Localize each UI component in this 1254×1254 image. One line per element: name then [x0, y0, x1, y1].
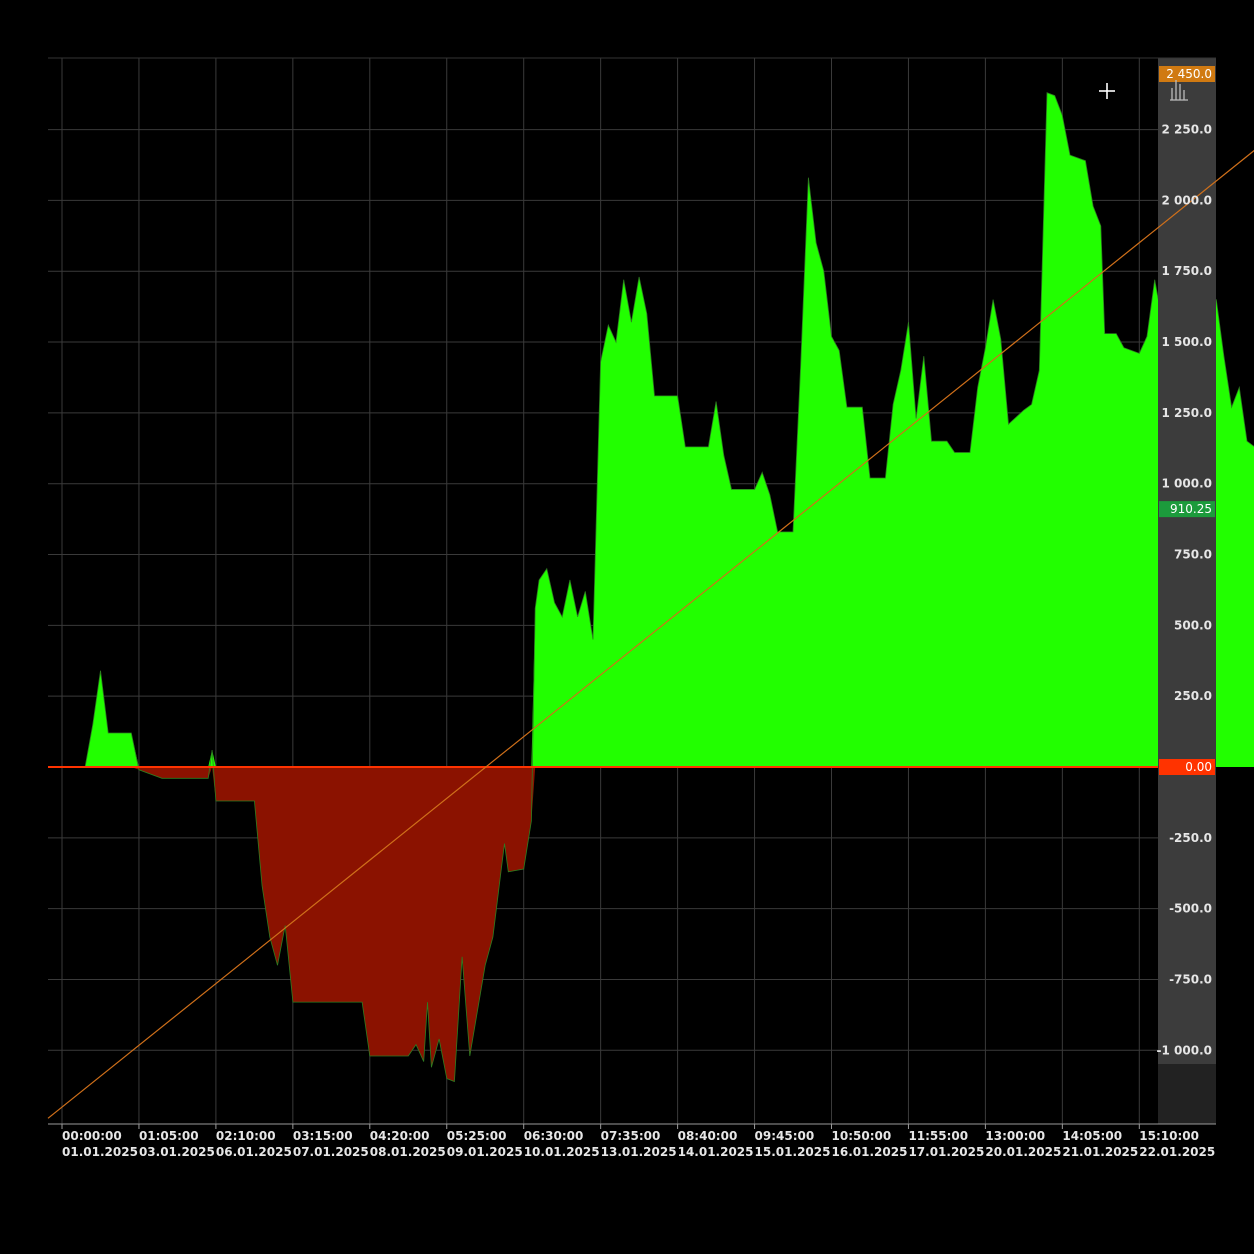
y-tick-label: -250.0: [1169, 831, 1212, 845]
x-tick-date: 22.01.2025: [1139, 1145, 1215, 1159]
price-badge-label: 910.25: [1170, 502, 1212, 516]
x-tick-date: 21.01.2025: [1062, 1145, 1138, 1159]
price-badge-label: 0.00: [1185, 760, 1212, 774]
x-tick-date: 16.01.2025: [832, 1145, 908, 1159]
x-tick-time: 03:15:00: [293, 1129, 353, 1143]
x-tick-date: 01.01.2025: [62, 1145, 138, 1159]
y-tick-label: 1 250.0: [1162, 406, 1212, 420]
x-tick-time: 15:10:00: [1139, 1129, 1199, 1143]
y-tick-label: -1 000.0: [1157, 1043, 1212, 1057]
x-tick-time: 01:05:00: [139, 1129, 199, 1143]
x-tick-time: 06:30:00: [524, 1129, 584, 1143]
y-tick-label: 1 750.0: [1162, 264, 1212, 278]
y-tick-label: 250.0: [1174, 689, 1212, 703]
x-tick-date: 10.01.2025: [524, 1145, 600, 1159]
x-tick-time: 13:00:00: [985, 1129, 1045, 1143]
x-tick-time: 14:05:00: [1062, 1129, 1122, 1143]
x-tick-time: 08:40:00: [678, 1129, 738, 1143]
y-tick-label: 2 250.0: [1162, 123, 1212, 137]
y-tick-label: -750.0: [1169, 972, 1212, 986]
x-tick-date: 09.01.2025: [447, 1145, 523, 1159]
x-axis-ticks: 00:00:00 01.01.202501:05:00 03.01.202502:1…: [61, 1124, 1215, 1159]
x-tick-time: 05:25:00: [447, 1129, 507, 1143]
x-tick-date: 13.01.2025: [601, 1145, 677, 1159]
y-axis-panel-bottom: [1158, 1064, 1216, 1124]
x-tick-date: 06.01.2025: [216, 1145, 292, 1159]
x-tick-time: 07:35:00: [601, 1129, 661, 1143]
y-tick-label: -500.0: [1169, 902, 1212, 916]
y-tick-label: 750.0: [1174, 548, 1212, 562]
x-tick-time: 04:20:00: [370, 1129, 430, 1143]
y-tick-label: 2 000.0: [1162, 193, 1212, 207]
equity-chart: 2 250.0 2 000.0 1 750.0 1 500.0 1 250.0 1 000…: [47, 57, 1254, 1159]
x-tick-time: 10:50:00: [832, 1129, 892, 1143]
y-tick-label: 1 500.0: [1162, 335, 1212, 349]
x-tick-date: 14.01.2025: [678, 1145, 754, 1159]
x-tick-time: 11:55:00: [908, 1129, 968, 1143]
y-tick-label: 1 000.0: [1162, 477, 1212, 491]
price-badge-label: 2 450.0: [1166, 67, 1212, 81]
x-tick-date: 15.01.2025: [755, 1145, 831, 1159]
x-tick-time: 09:45:00: [755, 1129, 815, 1143]
x-tick-date: 08.01.2025: [370, 1145, 446, 1159]
x-tick-date: 03.01.2025: [139, 1145, 215, 1159]
x-tick-time: 02:10:00: [216, 1129, 276, 1143]
y-axis-panel: [1158, 58, 1216, 1124]
x-tick-time: 00:00:00: [62, 1129, 122, 1143]
x-tick-date: 20.01.2025: [985, 1145, 1061, 1159]
y-tick-label: 500.0: [1174, 618, 1212, 632]
x-tick-date: 17.01.2025: [908, 1145, 984, 1159]
x-tick-date: 07.01.2025: [293, 1145, 369, 1159]
